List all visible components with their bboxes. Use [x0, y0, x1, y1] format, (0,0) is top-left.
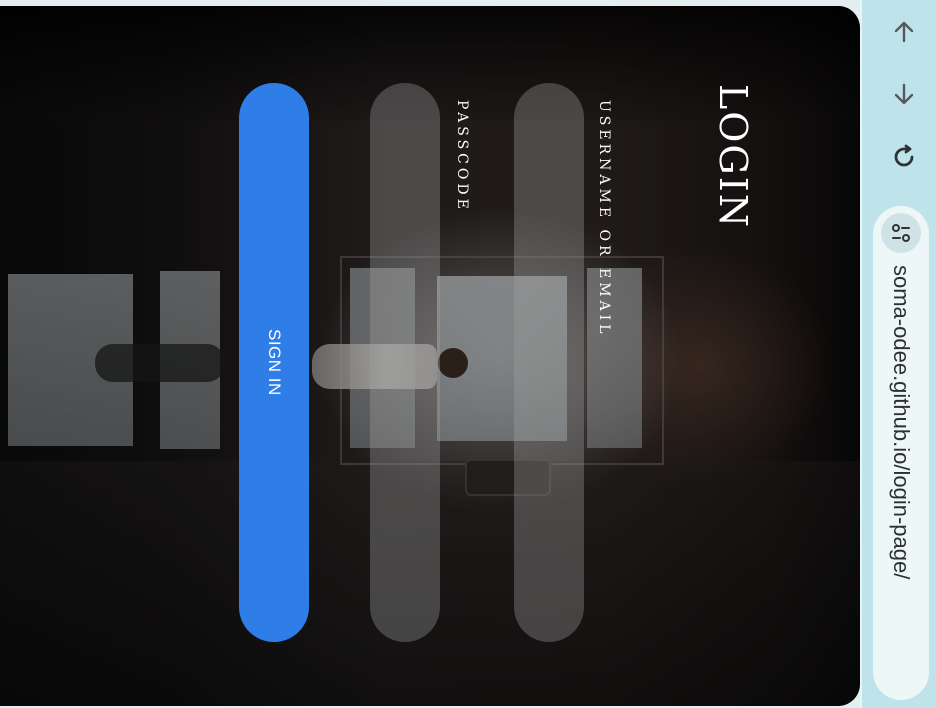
sign-in-button[interactable]: SIGN IN	[239, 83, 309, 642]
login-page: LOGIN USERNAME OR EMAIL PASSCODE SIGN IN	[0, 6, 860, 706]
passcode-label: PASSCODE	[454, 100, 470, 213]
site-info-icon[interactable]	[881, 213, 921, 253]
username-label: USERNAME OR EMAIL	[596, 100, 612, 338]
reload-icon[interactable]	[890, 143, 918, 171]
web-viewport: LOGIN USERNAME OR EMAIL PASSCODE SIGN IN	[0, 0, 860, 708]
login-title: LOGIN	[711, 84, 755, 230]
passcode-input[interactable]	[370, 83, 440, 642]
arrow-down-icon[interactable]	[890, 80, 918, 108]
arrow-up-icon[interactable]	[890, 18, 918, 46]
username-input[interactable]	[514, 83, 584, 642]
address-bar-url[interactable]: soma-odee.github.io/login-page/	[884, 265, 918, 579]
